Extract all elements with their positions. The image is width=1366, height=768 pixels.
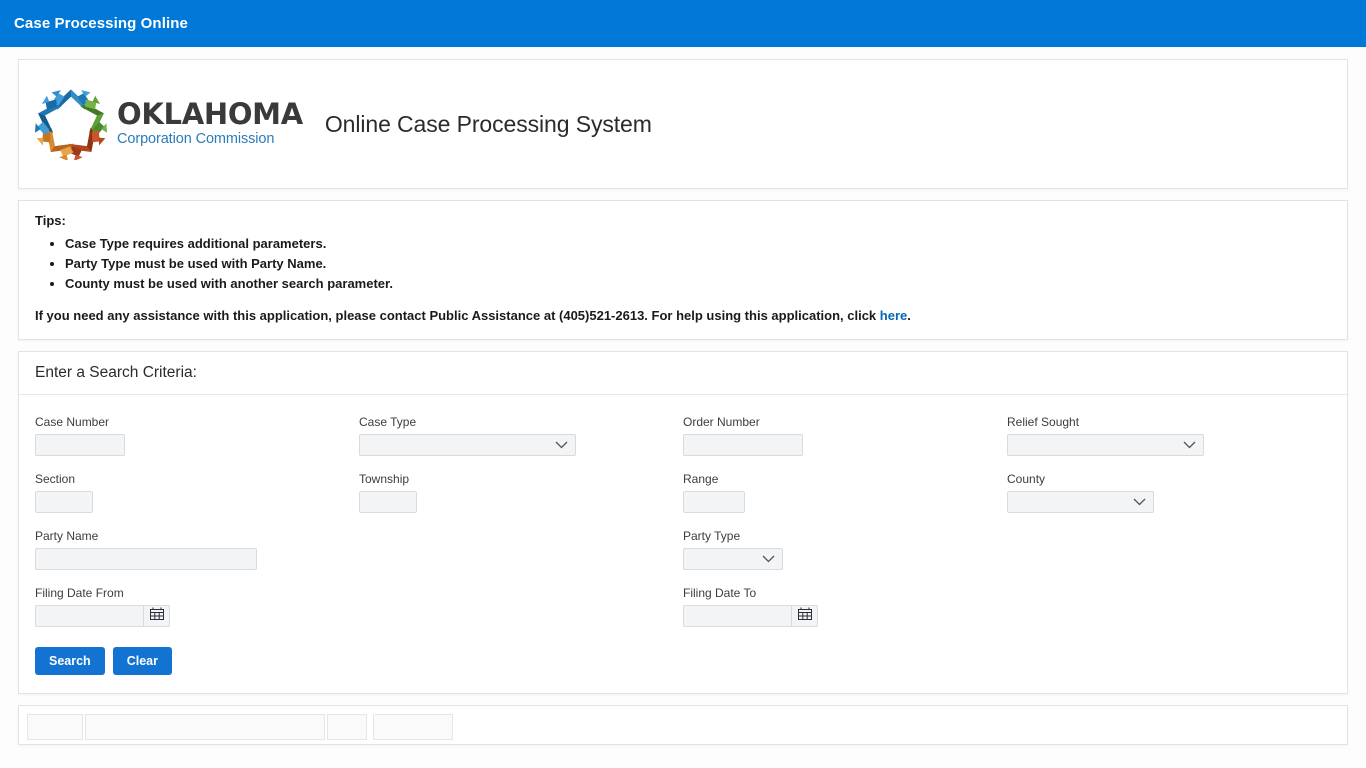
- chevron-down-icon: [762, 550, 775, 568]
- party-name-label: Party Name: [35, 529, 99, 543]
- tips-panel: Tips: Case Type requires additional para…: [18, 200, 1348, 340]
- field-spacer-row4b: [1007, 586, 1331, 627]
- filing-date-to-group: [683, 605, 1007, 627]
- form-row-2: Section Township Range County: [35, 472, 1331, 513]
- party-type-label: Party Type: [683, 529, 741, 543]
- form-actions: Search Clear: [35, 647, 1331, 675]
- field-case-number: Case Number: [35, 415, 359, 456]
- clear-button[interactable]: Clear: [112, 647, 172, 675]
- field-party-type: Party Type: [683, 529, 1007, 570]
- results-toolbar-cell[interactable]: [27, 714, 83, 740]
- assistance-note: If you need any assistance with this app…: [35, 308, 1331, 323]
- filing-date-from-calendar-button[interactable]: [143, 605, 170, 627]
- case-type-label: Case Type: [359, 415, 417, 429]
- list-item: Party Type must be used with Party Name.: [65, 254, 1331, 274]
- filing-date-to-label: Filing Date To: [683, 586, 757, 600]
- field-party-name: Party Name: [35, 529, 359, 570]
- results-toolbar-cell[interactable]: [85, 714, 325, 740]
- calendar-icon: [797, 607, 812, 625]
- results-toolbar-cell[interactable]: [327, 714, 367, 740]
- case-number-label: Case Number: [35, 415, 110, 429]
- filing-date-from-label: Filing Date From: [35, 586, 124, 600]
- form-row-3: Party Name Party Type: [35, 529, 1331, 570]
- field-spacer-row3b: [1007, 529, 1331, 570]
- range-label: Range: [683, 472, 719, 486]
- results-toolbar-panel: [18, 705, 1348, 745]
- order-number-label: Order Number: [683, 415, 760, 429]
- township-input[interactable]: [359, 491, 417, 513]
- field-spacer-row3: [359, 529, 683, 570]
- search-form: Case Number Case Type Order Number Relie…: [19, 395, 1347, 693]
- field-filing-date-to: Filing Date To: [683, 586, 1007, 627]
- search-button[interactable]: Search: [35, 647, 105, 675]
- relief-sought-label: Relief Sought: [1007, 415, 1080, 429]
- assistance-note-text: If you need any assistance with this app…: [35, 308, 880, 323]
- chevron-down-icon: [1133, 493, 1146, 511]
- app-header-bar: Case Processing Online: [0, 0, 1366, 47]
- field-section: Section: [35, 472, 359, 513]
- search-criteria-heading: Enter a Search Criteria:: [19, 352, 1347, 395]
- oklahoma-corporation-commission-logo-icon: [34, 88, 108, 162]
- logo-wordmark-secondary: Corporation Commission: [117, 130, 275, 147]
- field-range: Range: [683, 472, 1007, 513]
- field-relief-sought: Relief Sought: [1007, 415, 1331, 456]
- chevron-down-icon: [1183, 436, 1196, 454]
- filing-date-from-group: [35, 605, 359, 627]
- section-label: Section: [35, 472, 76, 486]
- field-filing-date-from: Filing Date From: [35, 586, 359, 627]
- page-body: OKLAHOMA Corporation Commission Online C…: [0, 47, 1366, 768]
- brand-panel: OKLAHOMA Corporation Commission Online C…: [18, 59, 1348, 189]
- section-input[interactable]: [35, 491, 93, 513]
- help-here-link[interactable]: here: [880, 308, 907, 323]
- logo-wordmark: OKLAHOMA Corporation Commission: [117, 97, 303, 148]
- party-name-input[interactable]: [35, 548, 257, 570]
- logo-wordmark-primary: OKLAHOMA: [117, 97, 303, 132]
- list-item: County must be used with another search …: [65, 274, 1331, 294]
- relief-sought-select[interactable]: [1007, 434, 1204, 456]
- form-row-4: Filing Date From Filing Date To: [35, 586, 1331, 627]
- results-toolbar-cell[interactable]: [373, 714, 453, 740]
- filing-date-to-calendar-button[interactable]: [791, 605, 818, 627]
- case-number-input[interactable]: [35, 434, 125, 456]
- assistance-note-period: .: [907, 308, 911, 323]
- app-header-title: Case Processing Online: [14, 15, 188, 32]
- tips-heading: Tips:: [35, 213, 66, 228]
- list-item: Case Type requires additional parameters…: [65, 234, 1331, 254]
- chevron-down-icon: [555, 436, 568, 454]
- field-order-number: Order Number: [683, 415, 1007, 456]
- filing-date-from-input[interactable]: [35, 605, 143, 627]
- county-select[interactable]: [1007, 491, 1154, 513]
- field-spacer-row4: [359, 586, 683, 627]
- tips-list: Case Type requires additional parameters…: [35, 234, 1331, 294]
- field-county: County: [1007, 472, 1331, 513]
- filing-date-to-input[interactable]: [683, 605, 791, 627]
- township-label: Township: [359, 472, 410, 486]
- party-type-select[interactable]: [683, 548, 783, 570]
- search-criteria-panel: Enter a Search Criteria: Case Number Cas…: [18, 351, 1348, 694]
- county-label: County: [1007, 472, 1046, 486]
- page-title: Online Case Processing System: [324, 110, 652, 137]
- case-type-select[interactable]: [359, 434, 576, 456]
- field-township: Township: [359, 472, 683, 513]
- order-number-input[interactable]: [683, 434, 803, 456]
- range-input[interactable]: [683, 491, 745, 513]
- form-row-1: Case Number Case Type Order Number Relie…: [35, 415, 1331, 456]
- calendar-icon: [149, 607, 164, 625]
- field-case-type: Case Type: [359, 415, 683, 456]
